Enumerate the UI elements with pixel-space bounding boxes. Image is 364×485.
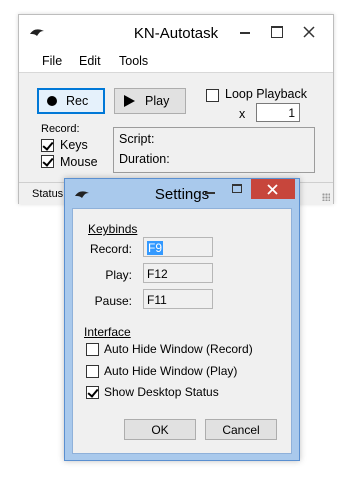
record-key-field[interactable]: F9 xyxy=(143,237,213,257)
menu-tools[interactable]: Tools xyxy=(119,54,148,68)
keys-checkbox[interactable] xyxy=(41,139,54,152)
loop-playback-checkbox[interactable] xyxy=(206,89,219,102)
auto-hide-play-label: Auto Hide Window (Play) xyxy=(104,364,238,378)
mouse-label: Mouse xyxy=(60,155,98,169)
ok-button[interactable]: OK xyxy=(124,419,196,440)
close-icon xyxy=(267,184,278,195)
main-window: KN-Autotask File Edit Tools Rec Play Loo… xyxy=(18,14,334,204)
record-group-label: Record: xyxy=(41,123,80,135)
close-button[interactable] xyxy=(251,179,295,199)
play-button-label: Play xyxy=(145,94,170,108)
menu-bar: File Edit Tools xyxy=(19,51,333,71)
show-desktop-status-label: Show Desktop Status xyxy=(104,385,219,399)
loop-count-input[interactable]: 1 xyxy=(256,103,300,122)
record-dot-icon xyxy=(47,96,57,106)
auto-hide-play-checkbox[interactable] xyxy=(86,365,99,378)
record-key-value: F9 xyxy=(147,241,164,255)
loop-playback-label: Loop Playback xyxy=(225,87,308,101)
keybinds-heading: Keybinds xyxy=(88,222,138,236)
play-button[interactable]: Play xyxy=(114,88,186,114)
duration-label: Duration: xyxy=(119,152,170,166)
settings-body: Keybinds Record: F9 Play: F12 Pause: F11… xyxy=(72,208,292,454)
status-label: Status xyxy=(32,188,64,200)
resize-grip-icon[interactable] xyxy=(322,193,330,201)
rec-button-label: Rec xyxy=(66,94,89,108)
settings-dialog: Settings Keybinds Record: F9 Play: F12 P… xyxy=(64,178,300,461)
menu-file[interactable]: File xyxy=(42,54,62,68)
auto-hide-record-label: Auto Hide Window (Record) xyxy=(104,342,253,356)
menu-edit[interactable]: Edit xyxy=(79,54,101,68)
play-key-label: Play: xyxy=(105,268,132,282)
minimize-icon[interactable] xyxy=(235,23,255,41)
loop-x-label: x xyxy=(239,107,246,121)
mouse-checkbox[interactable] xyxy=(41,155,54,168)
main-titlebar[interactable]: KN-Autotask xyxy=(19,15,333,51)
main-client-area: Rec Play Loop Playback x 1 Record: Keys … xyxy=(19,72,333,182)
script-info-panel: Script: Duration: xyxy=(113,127,315,173)
maximize-icon[interactable] xyxy=(232,184,242,193)
rec-button[interactable]: Rec xyxy=(37,88,105,114)
pause-key-field[interactable]: F11 xyxy=(143,289,213,309)
keys-label: Keys xyxy=(60,138,88,152)
maximize-icon[interactable] xyxy=(266,23,286,41)
close-icon[interactable] xyxy=(299,23,319,41)
record-key-label: Record: xyxy=(89,242,132,256)
interface-heading: Interface xyxy=(84,325,131,339)
play-triangle-icon xyxy=(124,95,135,107)
auto-hide-record-checkbox[interactable] xyxy=(86,343,99,356)
minimize-icon[interactable] xyxy=(205,192,215,194)
show-desktop-status-checkbox[interactable] xyxy=(86,386,99,399)
pause-key-label: Pause: xyxy=(94,294,132,308)
play-key-field[interactable]: F12 xyxy=(143,263,213,283)
script-label: Script: xyxy=(119,132,155,146)
cancel-button[interactable]: Cancel xyxy=(205,419,277,440)
